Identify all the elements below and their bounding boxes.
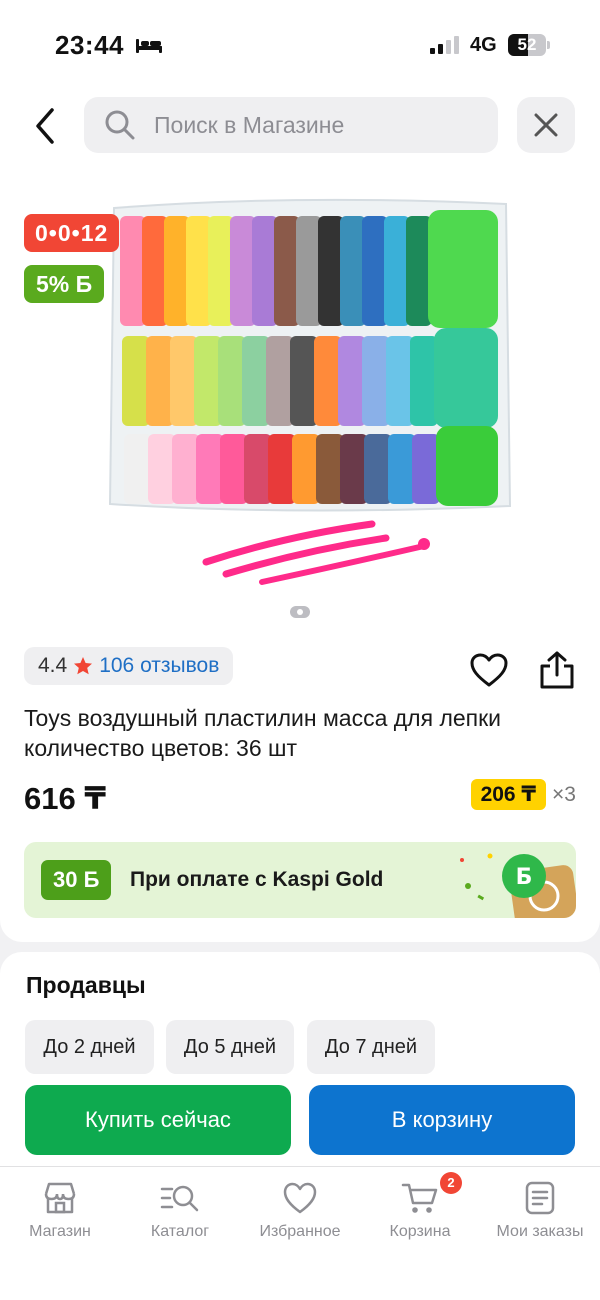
search-placeholder: Поиск в Магазине bbox=[154, 112, 345, 138]
installment-amount: 206 ₸ bbox=[470, 779, 547, 810]
product-image[interactable] bbox=[86, 186, 516, 586]
nav-orders[interactable]: Мои заказы bbox=[480, 1181, 600, 1241]
add-to-cart-button[interactable]: В корзину bbox=[309, 1085, 575, 1155]
favorite-button[interactable] bbox=[469, 652, 509, 688]
kaspi-bonus-badge: 30 Б bbox=[41, 860, 112, 900]
product-title: Toys воздушный пластилин масса для лепки… bbox=[24, 705, 502, 761]
carousel-indicator bbox=[290, 606, 310, 618]
heart-icon bbox=[283, 1182, 317, 1214]
cart-count-badge: 2 bbox=[440, 1172, 462, 1194]
sellers-section: Продавцы До 2 дней До 5 дней До 7 дней К… bbox=[0, 952, 600, 1172]
nav-cart-label: Корзина bbox=[389, 1223, 451, 1240]
signal-icon bbox=[430, 36, 459, 54]
clay-row-bottom bbox=[124, 426, 498, 506]
orders-icon bbox=[525, 1181, 555, 1215]
search-field[interactable]: Поиск в Магазине bbox=[84, 97, 498, 153]
status-bar: 23:44 4G 52 bbox=[0, 28, 600, 64]
delivery-chip-5-days[interactable]: До 5 дней bbox=[166, 1020, 294, 1074]
sale-timer-badge: 0•0•12 bbox=[24, 214, 120, 252]
buy-now-button[interactable]: Купить сейчас bbox=[25, 1085, 291, 1155]
status-time: 23:44 bbox=[55, 30, 124, 60]
shop-icon bbox=[44, 1182, 76, 1214]
installment-info[interactable]: 206 ₸ ×3 bbox=[470, 779, 576, 810]
close-button[interactable] bbox=[517, 97, 575, 153]
nav-shop-label: Магазин bbox=[29, 1223, 91, 1240]
installment-times: ×3 bbox=[552, 782, 576, 806]
nav-favorites-label: Избранное bbox=[259, 1223, 341, 1240]
delivery-chip-7-days[interactable]: До 7 дней bbox=[307, 1020, 435, 1074]
nav-favorites[interactable]: Избранное bbox=[240, 1181, 360, 1241]
bonus-badge: 5% Б bbox=[24, 265, 105, 303]
nav-cart[interactable]: Корзина bbox=[360, 1181, 480, 1241]
catalog-icon bbox=[160, 1185, 199, 1212]
clay-row-top bbox=[120, 210, 498, 328]
delivery-chip-2-days[interactable]: До 2 дней bbox=[25, 1020, 154, 1074]
sleep-mode-icon bbox=[136, 39, 162, 53]
nav-orders-label: Мои заказы bbox=[496, 1223, 584, 1240]
product-card: 23:44 4G 52 Поиск в Магазине 0•0•12 5% Б… bbox=[0, 0, 600, 942]
modeling-tools bbox=[202, 520, 430, 585]
svg-text:Б: Б bbox=[516, 865, 533, 890]
rating-reviews-link[interactable]: 4.4 106 отзывов bbox=[24, 647, 234, 685]
battery-level: 52 bbox=[517, 35, 537, 54]
back-button[interactable] bbox=[26, 104, 66, 148]
rating-value: 4.4 bbox=[38, 654, 68, 677]
bottom-navigation: Магазин Каталог Избранное Корзина Мои за… bbox=[0, 1166, 600, 1300]
close-icon bbox=[534, 113, 558, 137]
nav-shop[interactable]: Магазин bbox=[0, 1181, 120, 1241]
star-icon bbox=[74, 657, 93, 675]
kaspi-gold-card-icon: Б bbox=[460, 853, 576, 918]
reviews-count: 106 отзывов bbox=[99, 654, 220, 677]
nav-catalog[interactable]: Каталог bbox=[120, 1181, 240, 1241]
product-price: 616 ₸ bbox=[24, 781, 106, 816]
share-button[interactable] bbox=[538, 650, 576, 690]
kaspi-promo-text: При оплате с Kaspi Gold bbox=[130, 868, 384, 891]
search-icon bbox=[105, 110, 135, 140]
network-type: 4G bbox=[470, 34, 497, 56]
clay-row-middle bbox=[122, 328, 498, 428]
battery-icon: 52 bbox=[508, 34, 550, 56]
cart-icon bbox=[401, 1183, 438, 1213]
kaspi-gold-promo[interactable]: 30 Б При оплате с Kaspi Gold Б bbox=[24, 842, 576, 918]
nav-catalog-label: Каталог bbox=[150, 1223, 210, 1240]
sellers-title: Продавцы bbox=[26, 972, 146, 998]
